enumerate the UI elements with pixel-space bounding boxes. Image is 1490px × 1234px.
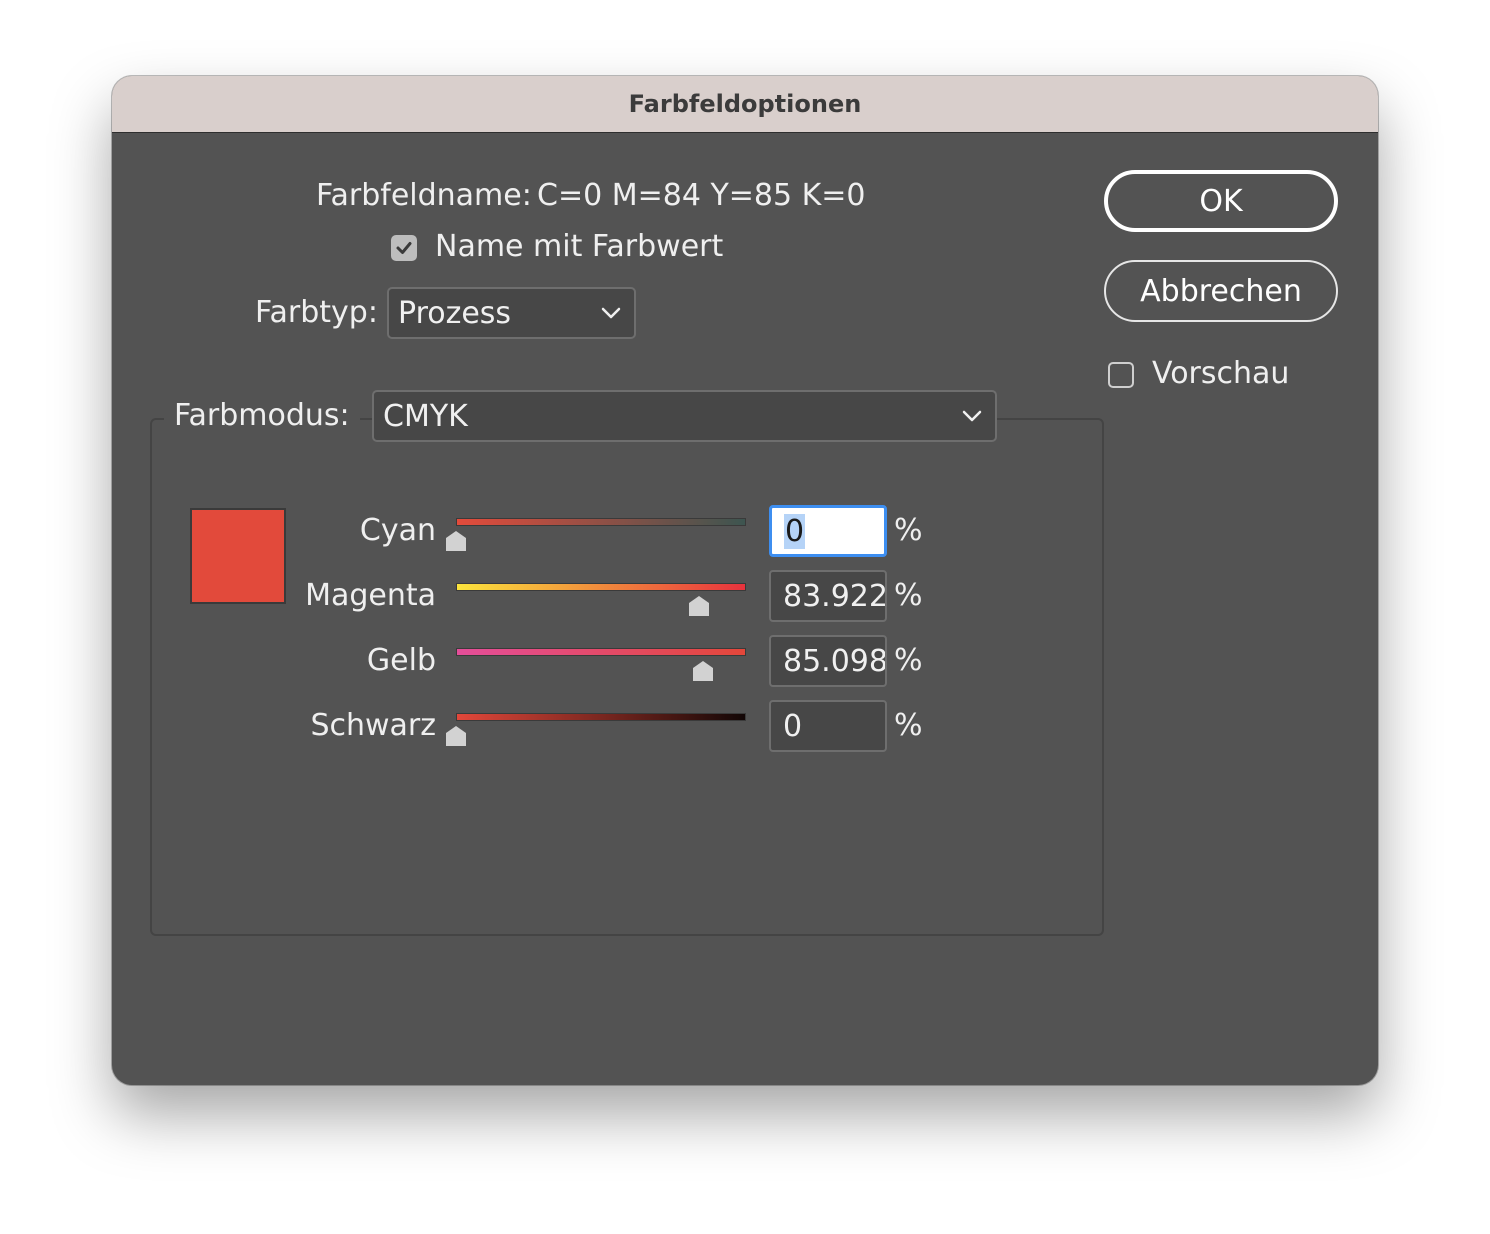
preview-label: Vorschau [1152,356,1290,391]
black-value: 0 [783,708,803,744]
color-mode-label: Farbmodus: [164,398,360,433]
cyan-unit: % [894,513,923,548]
magenta-value: 83.922 [783,578,887,614]
color-type-dropdown[interactable]: Prozess [387,287,636,339]
color-type-value: Prozess [398,295,512,331]
magenta-unit: % [894,578,923,613]
title-bar[interactable]: Farbfeldoptionen [112,76,1378,133]
color-preview-swatch [190,508,286,604]
ok-button[interactable]: OK [1104,170,1338,232]
cyan-value: 0 [784,513,806,549]
magenta-label: Magenta [305,578,436,613]
color-mode-group [150,418,1104,936]
cyan-value-field[interactable]: 0 [769,505,887,557]
swatch-name-value: C=0 M=84 Y=85 K=0 [537,178,866,213]
magenta-slider-track[interactable] [456,583,746,591]
swatch-options-dialog: Farbfeldoptionen Farbfeldname: C=0 M=84 … [112,76,1378,1085]
yellow-label: Gelb [366,643,436,678]
swatch-name-label: Farbfeldname: [316,178,532,213]
color-mode-dropdown[interactable]: CMYK [372,390,997,442]
yellow-slider-thumb[interactable] [692,660,714,682]
cancel-button[interactable]: Abbrechen [1104,260,1338,322]
name-with-value-label: Name mit Farbwert [435,229,724,264]
yellow-value-field[interactable]: 85.098 [769,635,887,687]
cyan-slider-thumb[interactable] [445,530,467,552]
black-slider-thumb[interactable] [445,725,467,747]
yellow-unit: % [894,643,923,678]
checkmark-icon [396,242,412,254]
yellow-slider-track[interactable] [456,648,746,656]
cyan-label: Cyan [359,513,436,548]
black-label: Schwarz [310,708,436,743]
color-mode-value: CMYK [383,398,468,434]
color-type-label: Farbtyp: [255,295,378,330]
black-value-field[interactable]: 0 [769,700,887,752]
black-slider-track[interactable] [456,713,746,721]
yellow-value: 85.098 [783,643,887,679]
magenta-value-field[interactable]: 83.922 [769,570,887,622]
dialog-title: Farbfeldoptionen [628,90,862,118]
chevron-down-icon [601,307,621,319]
black-unit: % [894,708,923,743]
cyan-slider-track[interactable] [456,518,746,526]
preview-checkbox[interactable] [1108,362,1134,388]
chevron-down-icon [962,410,982,422]
name-with-value-checkbox[interactable] [391,235,417,261]
magenta-slider-thumb[interactable] [688,595,710,617]
